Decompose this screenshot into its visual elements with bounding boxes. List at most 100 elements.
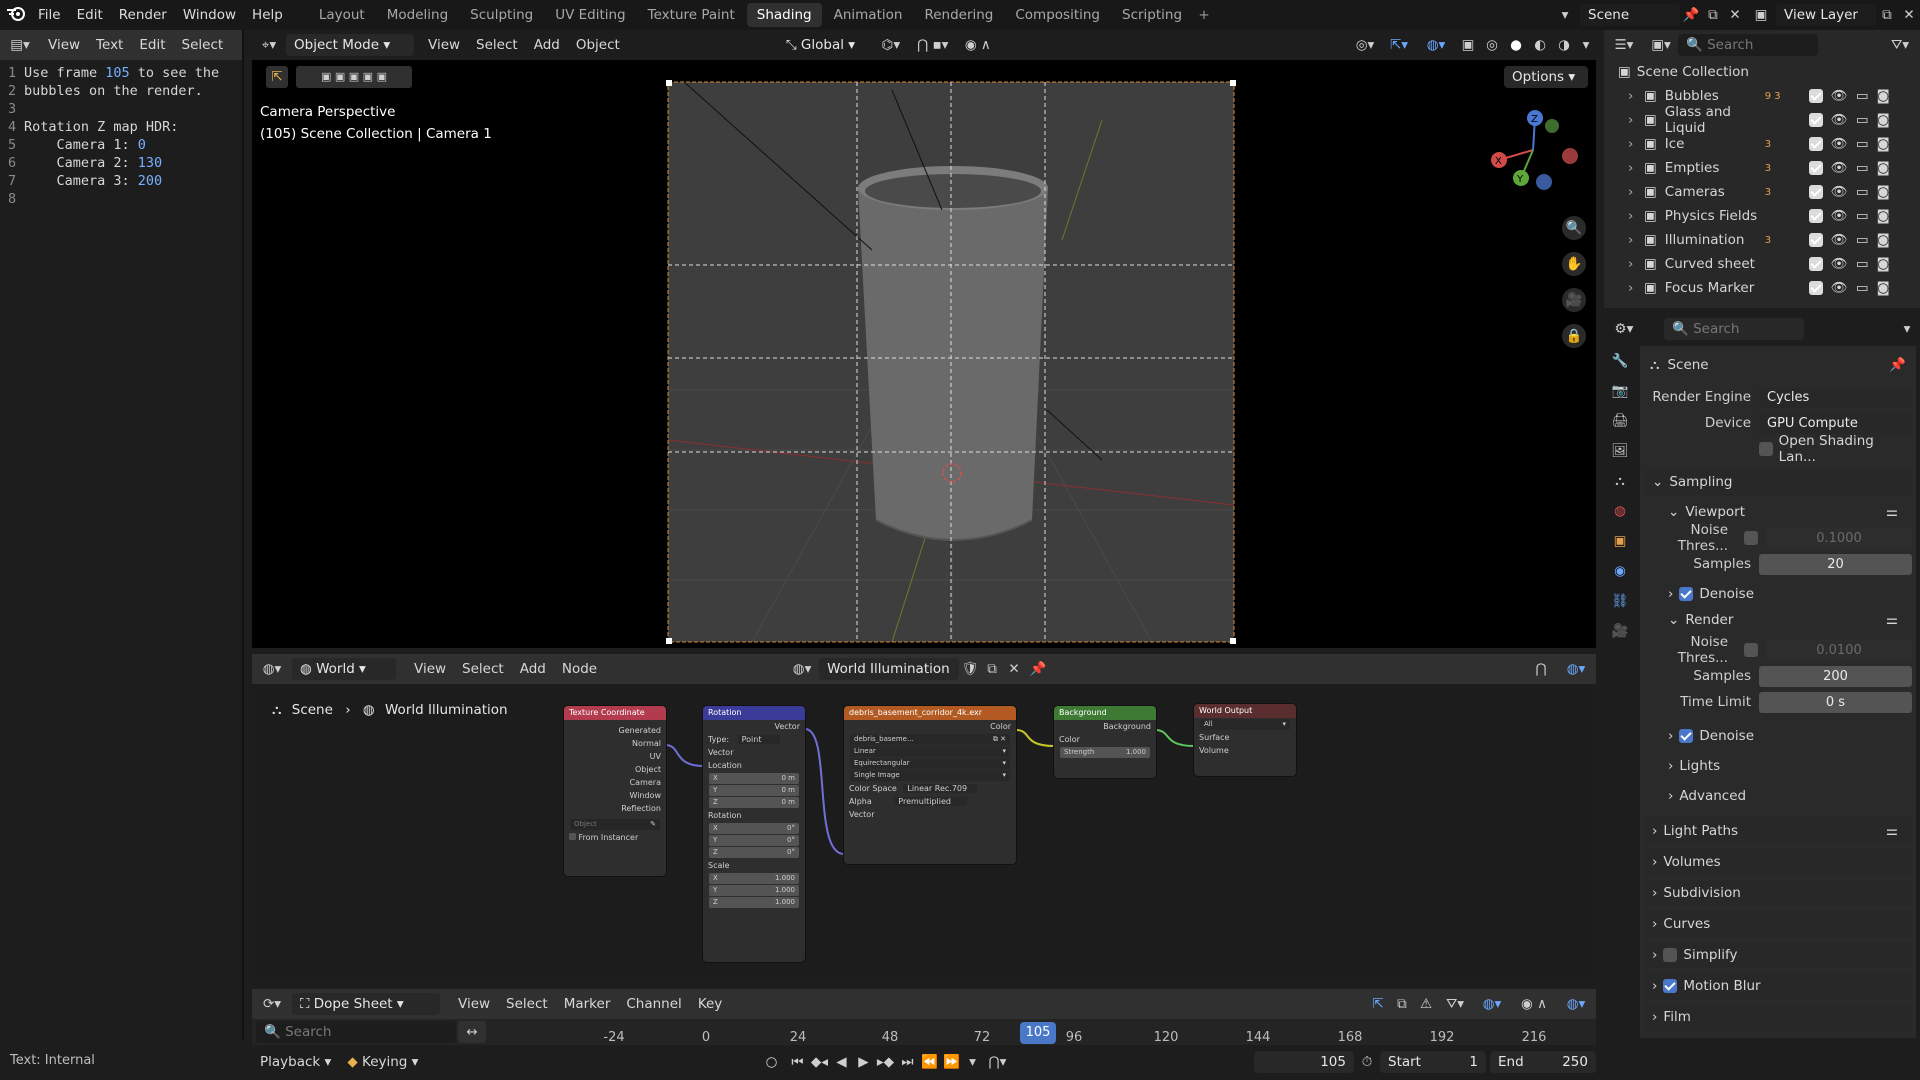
navigation-gizmo[interactable]: Z X Y	[1488, 106, 1578, 196]
eye-icon[interactable]: 👁	[1831, 88, 1848, 104]
viewport-menu-select[interactable]: Select	[468, 30, 526, 60]
select-mode-buttons[interactable]: ▣ ▣ ▣ ▣ ▣	[296, 66, 412, 88]
monitor-icon[interactable]: ▭	[1856, 208, 1869, 224]
clock-icon[interactable]: ⏱	[1354, 1054, 1380, 1070]
tab-sculpting[interactable]: Sculpting	[460, 3, 543, 27]
node-background[interactable]: Background Background Color Strength 1.00…	[1054, 706, 1156, 778]
outliner-item[interactable]: › ▣ Ice 3 👁 ▭ ◙	[1604, 132, 1920, 156]
remove-scene-icon[interactable]: ✕	[1724, 7, 1746, 23]
strength-field[interactable]: Strength 1.000	[1060, 747, 1150, 758]
jump-start-icon[interactable]: ⏮	[786, 1054, 808, 1070]
overlay-icon[interactable]: ◍▾	[1472, 996, 1512, 1012]
render-noise-field[interactable]: 0.0100	[1766, 639, 1912, 661]
socket-output[interactable]: Camera	[564, 776, 666, 789]
new-view-layer-icon[interactable]: ⧉	[1876, 7, 1898, 23]
camera-render-icon[interactable]: ◙	[1877, 88, 1890, 104]
material-shading-icon[interactable]: ◐	[1528, 37, 1552, 53]
outliner-search[interactable]: 🔍 Search	[1678, 34, 1818, 56]
keying-menu[interactable]: ◆ Keying ▾	[339, 1047, 426, 1077]
view-layer-icon[interactable]: ▣	[1746, 7, 1776, 23]
time-limit-field[interactable]: 0 s	[1759, 691, 1912, 713]
output-tab-icon[interactable]: 🖨	[1604, 406, 1636, 436]
dopesheet-menu-view[interactable]: View	[450, 989, 498, 1019]
node-environment-texture[interactable]: debris_basement_corridor_4k.exr Color de…	[844, 706, 1016, 864]
socket-output[interactable]: Window	[564, 789, 666, 802]
text-line[interactable]: 8	[0, 190, 242, 208]
node-overlay-icon[interactable]: ◍▾	[1556, 661, 1596, 677]
monitor-icon[interactable]: ▭	[1856, 184, 1869, 200]
eye-icon[interactable]: 👁	[1831, 256, 1848, 272]
render-denoise-row[interactable]: › Denoise	[1644, 723, 1912, 749]
exclude-checkbox[interactable]	[1808, 161, 1823, 175]
viewport-menu-view[interactable]: View	[420, 30, 468, 60]
shading-options-icon[interactable]: ▾	[1576, 37, 1596, 53]
start-frame-field[interactable]: Start 1	[1380, 1051, 1486, 1073]
node-editor[interactable]: ⛬ Scene › ◍ World Illumination Texture C…	[252, 684, 1592, 980]
tab-compositing[interactable]: Compositing	[1005, 3, 1110, 27]
object-tab-icon[interactable]: ▣	[1604, 526, 1636, 556]
node-menu-node[interactable]: Node	[554, 654, 605, 684]
expand-chevron-icon[interactable]: ›	[1628, 232, 1644, 248]
lock-icon[interactable]: 🔒	[1562, 324, 1586, 348]
scl-field[interactable]: Y 1.000	[709, 885, 799, 896]
visibility-icon[interactable]: ◎▾	[1348, 37, 1382, 53]
editor-type-icon[interactable]: ◍▾	[252, 661, 292, 677]
viewport-menu-object[interactable]: Object	[568, 30, 628, 60]
eye-icon[interactable]: 👁	[1831, 184, 1848, 200]
filter-icon[interactable]: ⛛▾	[1880, 37, 1920, 53]
viewport-denoise-checkbox[interactable]	[1679, 587, 1694, 601]
playback-options-icon[interactable]: ▾	[962, 1054, 982, 1070]
editor-type-icon[interactable]: ⟳▾	[252, 996, 292, 1012]
outliner-item[interactable]: › ▣ Cameras 3 👁 ▭ ◙	[1604, 180, 1920, 204]
node-menu-view[interactable]: View	[406, 654, 454, 684]
lights-subpanel[interactable]: › Lights	[1644, 753, 1912, 779]
loc-field[interactable]: Z0 m	[709, 797, 799, 808]
editor-type-icon[interactable]: ☰▾	[1604, 37, 1644, 53]
expand-chevron-icon[interactable]: ›	[1628, 136, 1644, 152]
exclude-checkbox[interactable]	[1808, 257, 1823, 271]
pin-icon[interactable]: 📌	[1889, 357, 1906, 373]
end-frame-field[interactable]: End 250	[1490, 1051, 1596, 1073]
mode-selector[interactable]: Object Mode ▾	[286, 34, 414, 56]
expand-chevron-icon[interactable]: ›	[1628, 184, 1644, 200]
outliner-item[interactable]: › ▣ Focus Marker 👁 ▭ ◙	[1604, 276, 1920, 300]
outliner-item[interactable]: › ▣ Illumination 3 👁 ▭ ◙	[1604, 228, 1920, 252]
viewport-denoise-row[interactable]: › Denoise	[1644, 581, 1912, 607]
node-menu-add[interactable]: Add	[512, 654, 554, 684]
pin-icon[interactable]: 📌	[1680, 7, 1702, 23]
film-panel[interactable]: › Film	[1644, 1003, 1912, 1031]
scene-tab-icon[interactable]: ⛬	[1604, 466, 1636, 496]
interpolation-select[interactable]: Linear ▾	[850, 746, 1010, 757]
exclude-checkbox[interactable]	[1808, 281, 1823, 295]
outliner-item[interactable]: › ▣ Empties 3 👁 ▭ ◙	[1604, 156, 1920, 180]
rotation-type[interactable]: Type: Point	[703, 733, 805, 746]
channel-search[interactable]: 🔍 Search	[256, 1021, 456, 1043]
remove-view-layer-icon[interactable]: ✕	[1898, 7, 1920, 23]
scene-collection-row[interactable]: ▣ Scene Collection	[1604, 60, 1920, 84]
camera-render-icon[interactable]: ◙	[1877, 184, 1890, 200]
xray-icon[interactable]: ▣	[1456, 37, 1480, 53]
osl-row[interactable]: Open Shading Lan...	[1644, 433, 1912, 465]
text-line[interactable]: 1 Use frame 105 to see the	[0, 64, 242, 82]
zoom-icon[interactable]: 🔍	[1562, 216, 1586, 240]
camera-render-icon[interactable]: ◙	[1877, 160, 1890, 176]
monitor-icon[interactable]: ▭	[1856, 232, 1869, 248]
simplify-checkbox[interactable]	[1663, 948, 1678, 962]
viewport-3d[interactable]: ⇱ ▣ ▣ ▣ ▣ ▣ Camera Perspective (105) Sce…	[252, 60, 1596, 648]
expand-chevron-icon[interactable]: ›	[1628, 208, 1644, 224]
dopesheet-menu-channel[interactable]: Channel	[618, 989, 689, 1019]
eye-icon[interactable]: 👁	[1831, 136, 1848, 152]
expand-chevron-icon[interactable]: ›	[1628, 256, 1644, 272]
fake-user-icon[interactable]: 🛡	[959, 661, 981, 677]
rendered-shading-icon[interactable]: ◑	[1552, 37, 1576, 53]
expand-chevron-icon[interactable]: ›	[1628, 88, 1644, 104]
next-keyframe-icon[interactable]: ▸◆	[874, 1054, 896, 1070]
simplify-panel[interactable]: › Simplify	[1644, 941, 1912, 969]
display-mode-icon[interactable]: ▣▾	[1644, 37, 1678, 53]
exclude-checkbox[interactable]	[1808, 89, 1823, 103]
physics-tab-icon[interactable]: ◉	[1604, 556, 1636, 586]
snapping-icon[interactable]: ⋂	[1526, 661, 1556, 677]
gizmo-icon[interactable]: ⇱▾	[1382, 37, 1416, 53]
camera-render-icon[interactable]: ◙	[1877, 208, 1890, 224]
socket-output[interactable]: UV	[564, 750, 666, 763]
